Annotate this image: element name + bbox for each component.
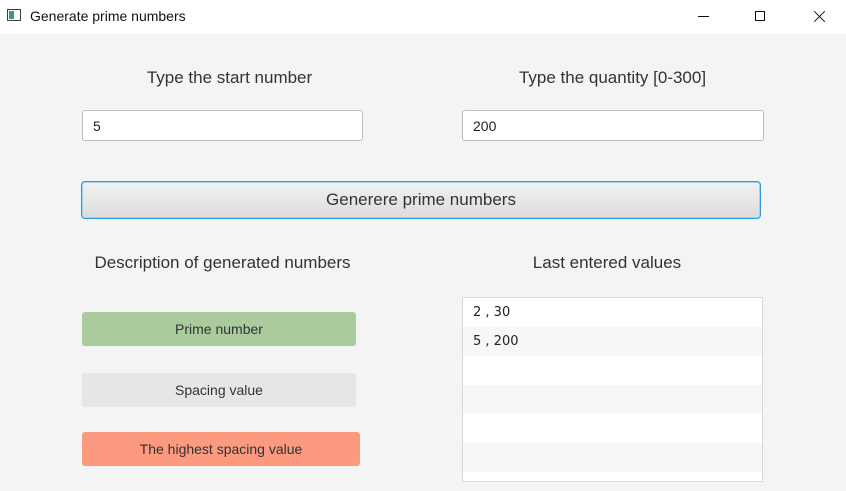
generate-button[interactable]: Generere prime numbers bbox=[81, 181, 761, 219]
start-number-input[interactable]: 5 bbox=[82, 110, 363, 141]
legend-prime-number: Prime number bbox=[82, 312, 356, 346]
legend-highest-spacing: The highest spacing value bbox=[82, 432, 360, 466]
history-heading: Last entered values bbox=[532, 253, 682, 272]
list-item[interactable] bbox=[463, 385, 762, 414]
start-number-value: 5 bbox=[93, 117, 101, 134]
quantity-label: Type the quantity [0-300] bbox=[518, 68, 707, 87]
quantity-input[interactable]: 200 bbox=[462, 110, 764, 141]
list-item[interactable] bbox=[463, 472, 762, 481]
minimize-icon bbox=[697, 15, 709, 17]
maximize-button[interactable] bbox=[737, 0, 783, 32]
list-item[interactable] bbox=[463, 356, 762, 385]
quantity-value: 200 bbox=[473, 117, 497, 134]
window-title: Generate prime numbers bbox=[30, 8, 186, 24]
list-item[interactable]: 2 , 30 bbox=[463, 298, 762, 327]
description-heading: Description of generated numbers bbox=[94, 253, 351, 272]
history-list[interactable]: 2 , 30 5 , 200 bbox=[462, 297, 763, 482]
maximize-icon bbox=[755, 11, 765, 21]
list-item[interactable]: 5 , 200 bbox=[463, 327, 762, 356]
legend-highest-spacing-label: The highest spacing value bbox=[139, 441, 303, 457]
list-item[interactable] bbox=[463, 414, 762, 443]
app-window-icon bbox=[7, 9, 21, 21]
generate-button-label: Generere prime numbers bbox=[326, 190, 516, 209]
close-icon bbox=[813, 10, 826, 23]
list-item[interactable] bbox=[463, 443, 762, 472]
start-number-label: Type the start number bbox=[146, 68, 313, 87]
close-button[interactable] bbox=[796, 0, 842, 32]
legend-prime-number-label: Prime number bbox=[175, 321, 263, 337]
minimize-button[interactable] bbox=[680, 0, 726, 32]
legend-spacing-value: Spacing value bbox=[82, 373, 356, 407]
legend-spacing-value-label: Spacing value bbox=[175, 382, 263, 398]
title-bar: Generate prime numbers bbox=[0, 0, 846, 34]
